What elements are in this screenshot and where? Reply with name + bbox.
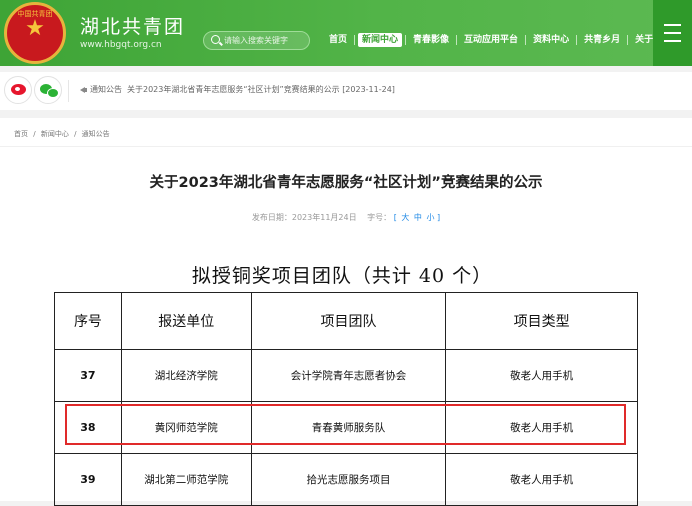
- nav-divider: [627, 35, 629, 45]
- site-name[interactable]: 湖北共青团: [80, 12, 185, 39]
- cell-index: 39: [54, 453, 122, 506]
- communist-youth-league-emblem[interactable]: 中国共青团 ★: [4, 2, 66, 64]
- nav-item-youth-village[interactable]: 共青乡月: [580, 33, 624, 47]
- font-size-label: 字号：: [367, 213, 392, 222]
- search-box[interactable]: [203, 31, 310, 50]
- notice-bar: 通知公告 关于2023年湖北省青年志愿服务“社区计划”竞赛结果的公示 [2023…: [0, 72, 692, 110]
- bracket-open: [: [393, 213, 397, 222]
- cell-team: 会计学院青年志愿者协会: [250, 349, 447, 402]
- hamburger-menu-icon: [664, 32, 681, 34]
- document-title: 拟授铜奖项目团队（共计 40 个）: [191, 265, 493, 287]
- award-list-document: 拟授铜奖项目团队（共计 40 个） 序号 报送单位 项目团队 项目类型 37 湖…: [37, 236, 692, 506]
- nav-divider: [405, 35, 407, 45]
- cell-type: 敬老人用手机: [445, 349, 638, 402]
- site-header: 中国共青团 ★ 湖北共青团 www.hbgqt.org.cn 首页 新闻中心 青…: [0, 0, 692, 66]
- weibo-share-button[interactable]: [4, 76, 32, 104]
- weibo-icon: [11, 84, 26, 95]
- table-header-row: 序号 报送单位 项目团队 项目类型: [54, 292, 638, 350]
- site-url: www.hbgqt.org.cn: [80, 40, 162, 50]
- breadcrumb-news-center[interactable]: 新闻中心: [41, 130, 69, 138]
- nav-item-home[interactable]: 首页: [325, 33, 351, 47]
- publish-date: 发布日期：2023年11月24日: [251, 213, 357, 222]
- bracket-close: ]: [437, 213, 441, 222]
- emblem-star-icon: ★: [25, 16, 45, 41]
- font-size-small[interactable]: 小: [426, 213, 434, 222]
- breadcrumb-separator: /: [74, 130, 77, 138]
- cell-type: 敬老人用手机: [445, 453, 638, 506]
- notice-label: 通知公告: [90, 85, 122, 94]
- breadcrumb-home[interactable]: 首页: [14, 130, 28, 138]
- breadcrumb-notices[interactable]: 通知公告: [82, 130, 110, 138]
- nav-item-youth-images[interactable]: 青春影像: [409, 33, 453, 47]
- hamburger-menu-button[interactable]: [653, 0, 692, 66]
- highlight-box: [65, 404, 626, 445]
- main-nav: 首页 新闻中心 青春影像 互动应用平台 资料中心 共青乡月 关于我们: [325, 33, 675, 47]
- cell-unit: 湖北经济学院: [120, 349, 252, 402]
- nav-divider: [354, 35, 356, 45]
- cell-unit: 湖北第二师范学院: [120, 453, 252, 506]
- wechat-share-button[interactable]: [34, 76, 62, 104]
- font-size-medium[interactable]: 中: [414, 213, 422, 222]
- table-row: 39 湖北第二师范学院 拾光志愿服务项目 敬老人用手机: [54, 453, 638, 506]
- breadcrumb-separator: /: [33, 130, 36, 138]
- nav-divider: [456, 35, 458, 45]
- nav-divider: [525, 35, 527, 45]
- font-size-large[interactable]: 大: [401, 213, 409, 222]
- header-team: 项目团队: [250, 292, 447, 350]
- nav-item-resource-center[interactable]: 资料中心: [529, 33, 573, 47]
- nav-item-news-center[interactable]: 新闻中心: [358, 33, 403, 47]
- search-input[interactable]: [224, 33, 304, 47]
- notice-link[interactable]: 关于2023年湖北省青年志愿服务“社区计划”竞赛结果的公示 [2023-11-2…: [127, 84, 395, 95]
- hamburger-menu-icon: [664, 24, 681, 26]
- search-icon[interactable]: [211, 35, 220, 44]
- article-meta: 发布日期：2023年11月24日 字号： [ 大 中 小 ]: [0, 212, 692, 223]
- nav-divider: [576, 35, 578, 45]
- header-type: 项目类型: [445, 292, 638, 350]
- header-unit: 报送单位: [120, 292, 252, 350]
- hamburger-menu-icon: [664, 40, 681, 42]
- article-title: 关于2023年湖北省青年志愿服务“社区计划”竞赛结果的公示: [149, 175, 543, 191]
- cell-index: 37: [54, 349, 122, 402]
- cell-team: 拾光志愿服务项目: [250, 453, 447, 506]
- header-index: 序号: [54, 292, 122, 350]
- breadcrumb-divider: [0, 146, 692, 147]
- nav-item-interactive-platform[interactable]: 互动应用平台: [460, 33, 522, 47]
- wechat-icon: [40, 84, 59, 98]
- award-table: 序号 报送单位 项目团队 项目类型 37 湖北经济学院 会计学院青年志愿者协会 …: [54, 292, 638, 506]
- divider: [68, 80, 69, 102]
- speaker-icon: [80, 87, 87, 93]
- breadcrumb: 首页 / 新闻中心 / 通知公告: [14, 129, 113, 139]
- table-row: 37 湖北经济学院 会计学院青年志愿者协会 敬老人用手机: [54, 349, 638, 402]
